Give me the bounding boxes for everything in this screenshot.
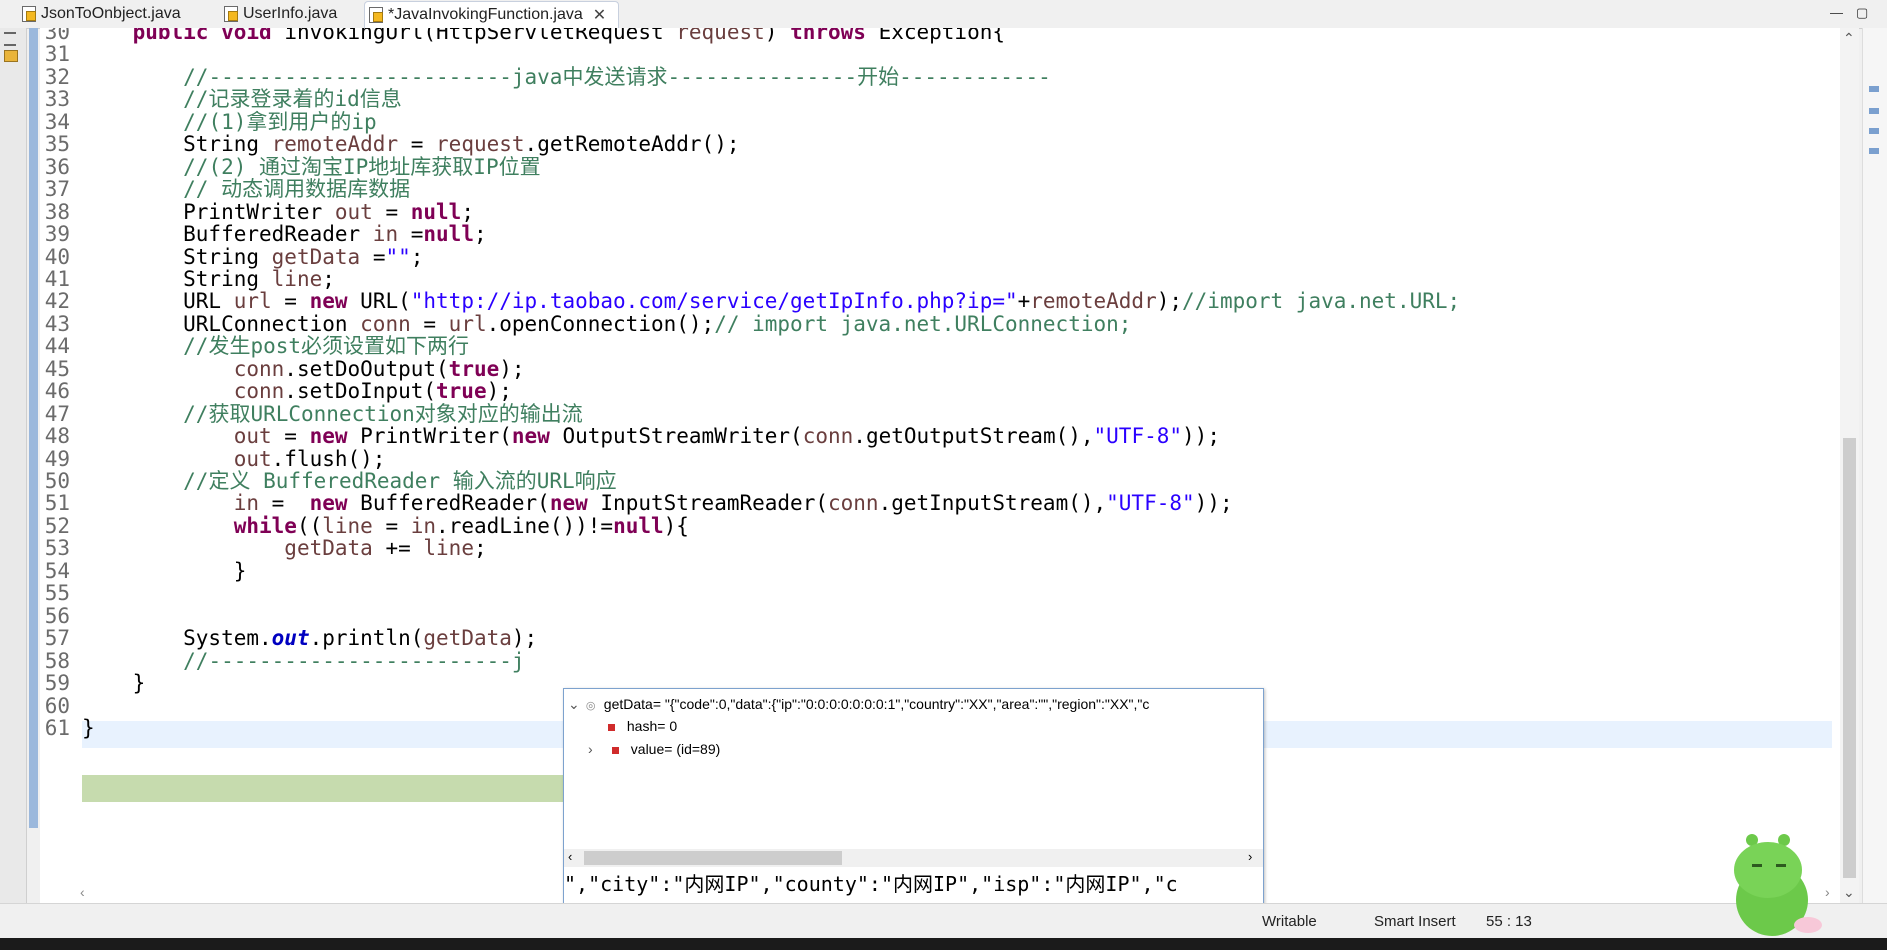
green-mascot-sticker xyxy=(1734,834,1822,936)
status-cursor-position: 55 : 13 xyxy=(1486,913,1532,930)
tree-row-hash[interactable]: hash= 0 xyxy=(608,715,677,737)
scroll-right-icon[interactable]: › xyxy=(1248,849,1252,864)
field-label: hash= 0 xyxy=(626,718,678,734)
lock-icon[interactable] xyxy=(4,50,18,62)
tab-label: *JavaInvokingFunction.java xyxy=(388,6,583,23)
taskbar xyxy=(0,938,1887,950)
task-marker-icon[interactable] xyxy=(1869,108,1879,114)
status-writable: Writable xyxy=(1262,913,1317,930)
scrollbar-thumb[interactable] xyxy=(584,851,842,865)
local-variable-icon: ◎ xyxy=(585,700,596,712)
close-tab-icon[interactable]: ✕ xyxy=(593,5,606,25)
scroll-right-icon[interactable]: › xyxy=(1825,884,1830,900)
java-file-icon xyxy=(22,6,36,22)
scroll-down-icon[interactable]: ⌄ xyxy=(1843,884,1855,901)
task-marker-icon[interactable] xyxy=(1869,148,1879,154)
overview-ruler xyxy=(1862,28,1887,903)
java-file-icon xyxy=(224,6,238,22)
tab-label: UserInfo.java xyxy=(243,5,338,22)
status-bar: Writable Smart Insert 55 : 13 xyxy=(0,903,1887,939)
editor-tab-bar: JsonToOnbject.java UserInfo.java *JavaIn… xyxy=(0,0,1887,29)
chevron-down-icon[interactable]: ⌄ xyxy=(568,693,582,715)
private-field-icon xyxy=(611,746,619,754)
outline-icon[interactable] xyxy=(4,32,16,46)
private-field-icon xyxy=(608,723,615,731)
tree-horizontal-scrollbar[interactable]: ‹ › xyxy=(564,849,1263,867)
java-file-icon xyxy=(369,7,383,23)
line-code: } xyxy=(82,715,95,740)
status-insert-mode: Smart Insert xyxy=(1374,913,1456,930)
tree-row-value[interactable]: › value= (id=89) xyxy=(588,738,720,760)
scroll-left-icon[interactable]: ‹ xyxy=(568,849,572,864)
scroll-left-icon[interactable]: ‹ xyxy=(80,884,85,900)
tab-userinfo[interactable]: UserInfo.java xyxy=(224,1,337,27)
tab-javainvokingfunction[interactable]: *JavaInvokingFunction.java ✕ xyxy=(364,1,620,28)
tab-jsontoonbject[interactable]: JsonToOnbject.java xyxy=(22,1,181,27)
minimize-icon[interactable]: — xyxy=(1830,5,1843,20)
tab-label: JsonToOnbject.java xyxy=(41,5,181,22)
scroll-up-icon[interactable]: ⌃ xyxy=(1843,30,1855,47)
tree-row-getdata[interactable]: ⌄ ◎ getData= "{"code":0,"data":{"ip":"0:… xyxy=(568,693,1149,715)
variable-inspector-popup[interactable]: ⌄ ◎ getData= "{"code":0,"data":{"ip":"0:… xyxy=(563,688,1264,928)
editor-ruler-stripe xyxy=(29,28,38,828)
value-detail-pane[interactable]: ","city":"内网IP","county":"内网IP","isp":"内… xyxy=(564,867,1263,901)
line-number: 61 xyxy=(44,715,70,740)
task-marker-icon[interactable] xyxy=(1869,86,1879,92)
task-marker-icon[interactable] xyxy=(1869,128,1879,134)
editor-vertical-scrollbar[interactable]: ⌃ ⌄ xyxy=(1840,28,1859,903)
maximize-icon[interactable]: ▢ xyxy=(1856,5,1868,21)
debug-current-line-highlight xyxy=(82,775,612,802)
scrollbar-thumb[interactable] xyxy=(1843,438,1856,878)
field-label: value= (id=89) xyxy=(630,741,721,757)
variable-label: getData= "{"code":0,"data":{"ip":"0:0:0:… xyxy=(603,696,1150,712)
variable-tree[interactable]: ⌄ ◎ getData= "{"code":0,"data":{"ip":"0:… xyxy=(564,689,1263,849)
chevron-right-icon[interactable]: › xyxy=(588,738,608,760)
left-toolbar-strip xyxy=(0,28,27,938)
